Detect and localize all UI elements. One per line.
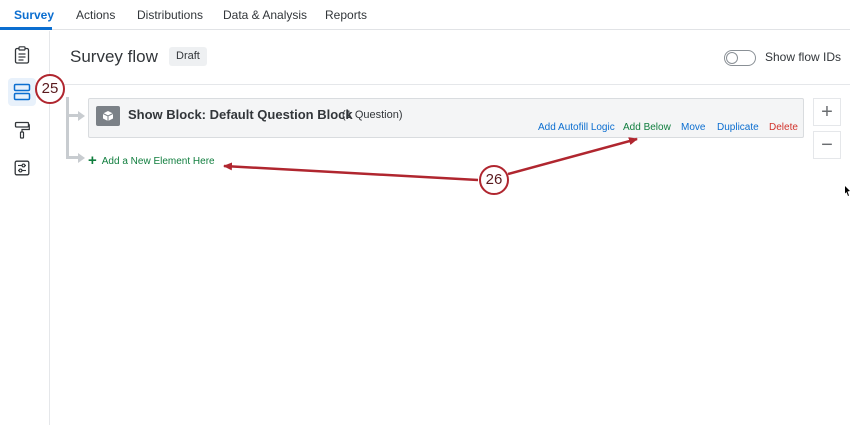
add-below-link[interactable]: Add Below — [623, 122, 671, 133]
duplicate-link[interactable]: Duplicate — [717, 122, 759, 133]
rail-survey-options-button[interactable] — [8, 154, 36, 182]
add-autofill-logic-link[interactable]: Add Autofill Logic — [538, 122, 615, 133]
tab-survey[interactable]: Survey — [14, 8, 54, 22]
show-flow-ids-toggle[interactable] — [724, 50, 756, 66]
callout-step-26: 26 — [479, 165, 509, 195]
arrow-to-add-below — [507, 137, 638, 176]
plus-icon: + — [88, 152, 97, 169]
rail-survey-flow-button[interactable] — [8, 78, 36, 106]
block-question-count: (1 Question) — [342, 109, 403, 121]
plus-icon: + — [821, 101, 833, 123]
flow-arrow-block-icon — [78, 110, 85, 121]
add-new-element-label: Add a New Element Here — [101, 155, 215, 167]
rail-survey-builder-button[interactable] — [8, 41, 36, 69]
flow-arrow-add-icon — [78, 152, 85, 163]
add-new-element-link[interactable]: + Add a New Element Here — [88, 153, 215, 169]
move-link[interactable]: Move — [681, 122, 705, 133]
callout-step-25: 25 — [35, 74, 65, 104]
tab-data-analysis[interactable]: Data & Analysis — [223, 8, 307, 22]
flow-icon — [13, 83, 31, 101]
zoom-out-button[interactable]: − — [813, 131, 841, 159]
flow-block-default-question-block[interactable]: Show Block: Default Question Block (1 Qu… — [88, 98, 804, 138]
delete-link[interactable]: Delete — [769, 122, 798, 133]
arrow-to-add-element — [223, 162, 479, 182]
header-divider — [50, 84, 850, 85]
zoom-in-button[interactable]: + — [813, 98, 841, 126]
minus-icon: − — [821, 134, 833, 156]
block-title: Show Block: Default Question Block — [128, 107, 353, 122]
cube-icon — [102, 111, 114, 121]
tab-actions[interactable]: Actions — [76, 8, 115, 22]
paint-roller-icon — [14, 121, 30, 139]
block-type-badge — [96, 106, 120, 126]
tab-reports[interactable]: Reports — [325, 8, 367, 22]
draft-status-badge: Draft — [169, 47, 207, 66]
options-sliders-icon — [14, 160, 30, 176]
active-tab-indicator — [0, 27, 52, 30]
show-flow-ids-label: Show flow IDs — [765, 50, 842, 64]
flow-connector-vertical — [66, 97, 69, 159]
page-title: Survey flow — [70, 47, 158, 66]
clipboard-icon — [14, 46, 30, 64]
top-navigation: Survey Actions Distributions Data & Anal… — [0, 0, 850, 30]
tab-distributions[interactable]: Distributions — [137, 8, 203, 22]
mouse-cursor-icon — [845, 186, 850, 196]
toggle-knob — [726, 52, 738, 64]
rail-look-and-feel-button[interactable] — [8, 116, 36, 144]
